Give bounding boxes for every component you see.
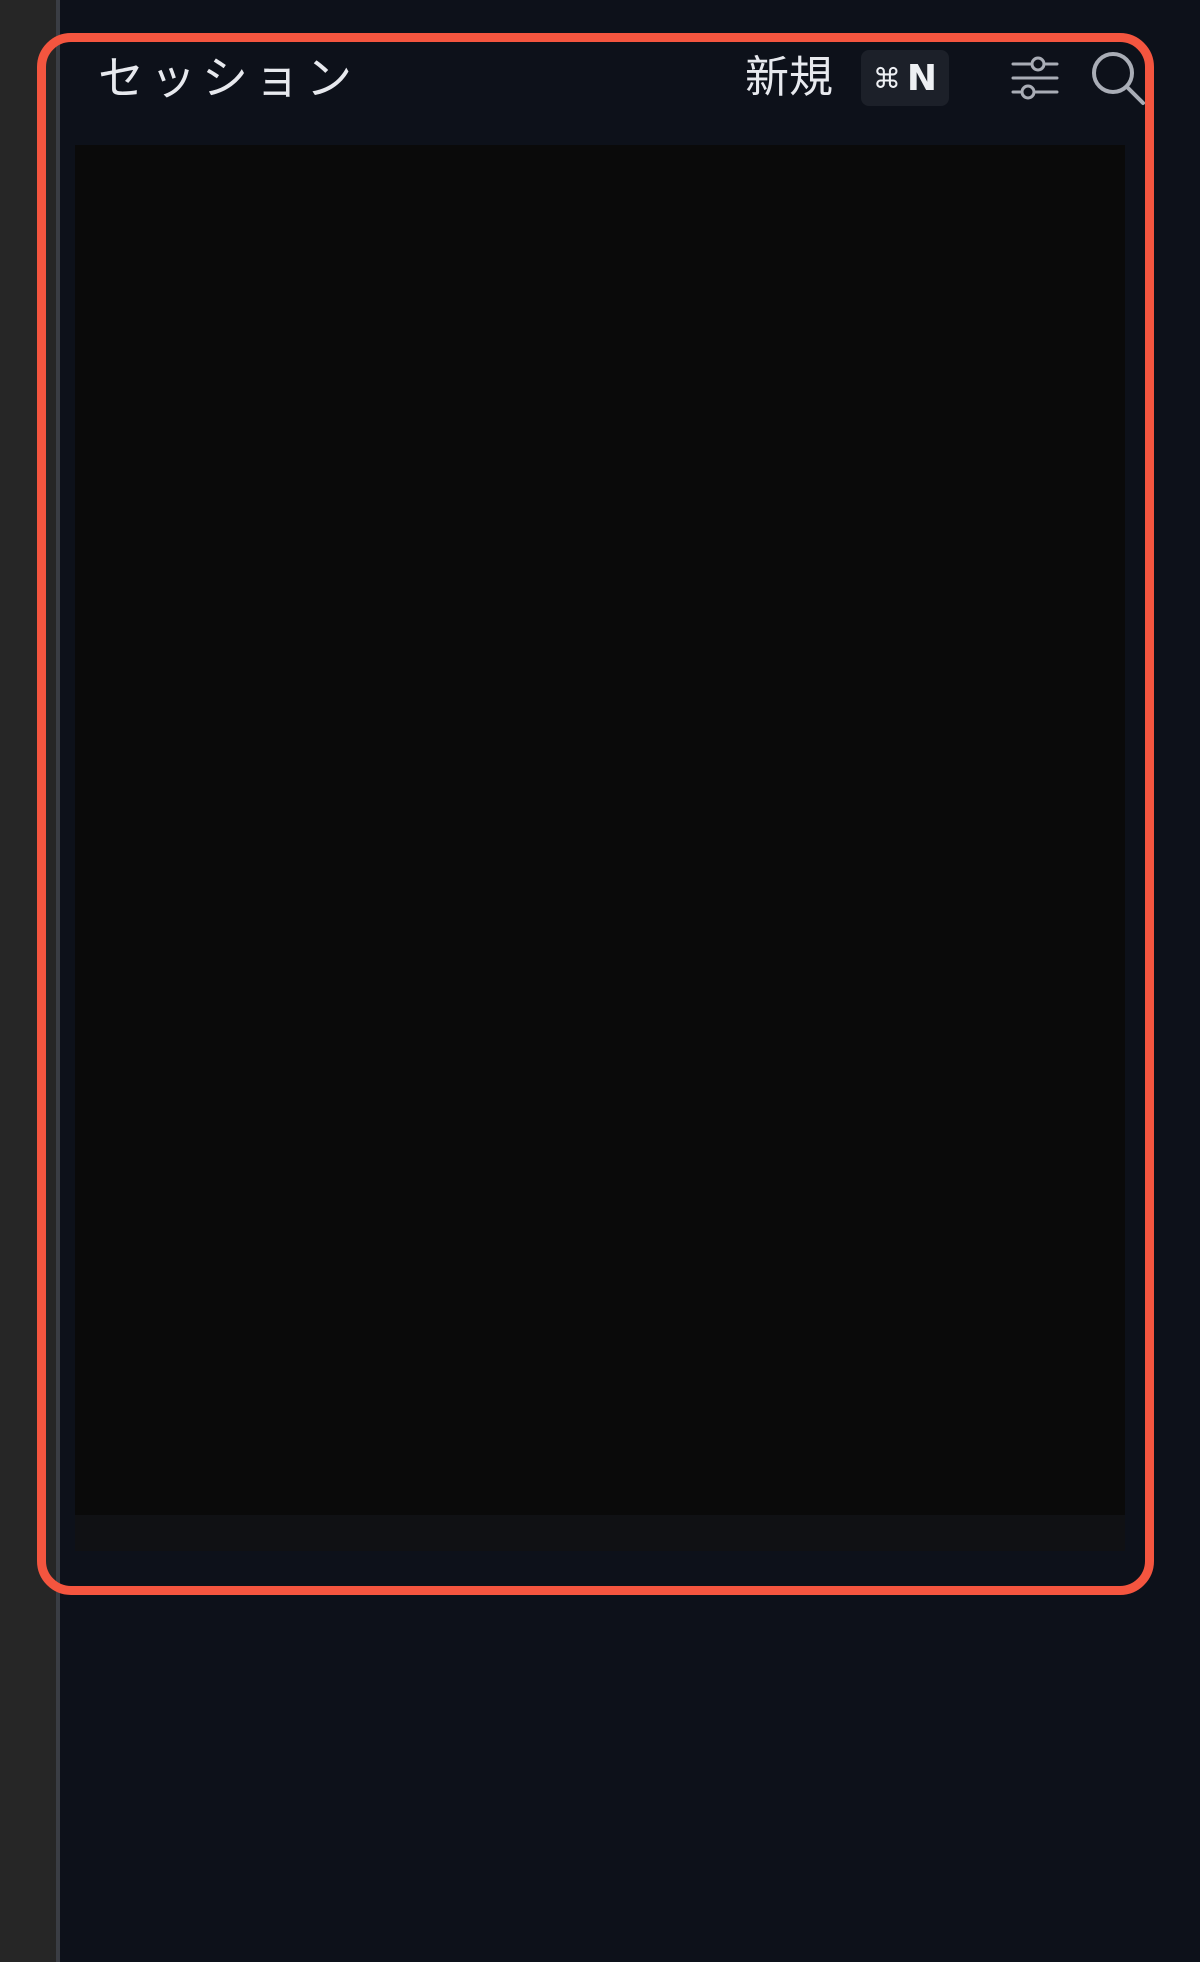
new-session-button[interactable]: 新規 (745, 48, 833, 108)
command-key-icon: ⌘ (872, 61, 901, 95)
panel-title: セッション (98, 51, 358, 105)
sliders-icon[interactable] (1010, 56, 1060, 100)
search-icon[interactable] (1090, 50, 1146, 106)
shortcut-badge: ⌘ N (861, 50, 949, 106)
shortcut-key: N (906, 57, 938, 99)
left-rail (0, 0, 56, 1962)
sessions-list-footer (75, 1515, 1125, 1551)
sessions-list-area (75, 145, 1125, 1515)
